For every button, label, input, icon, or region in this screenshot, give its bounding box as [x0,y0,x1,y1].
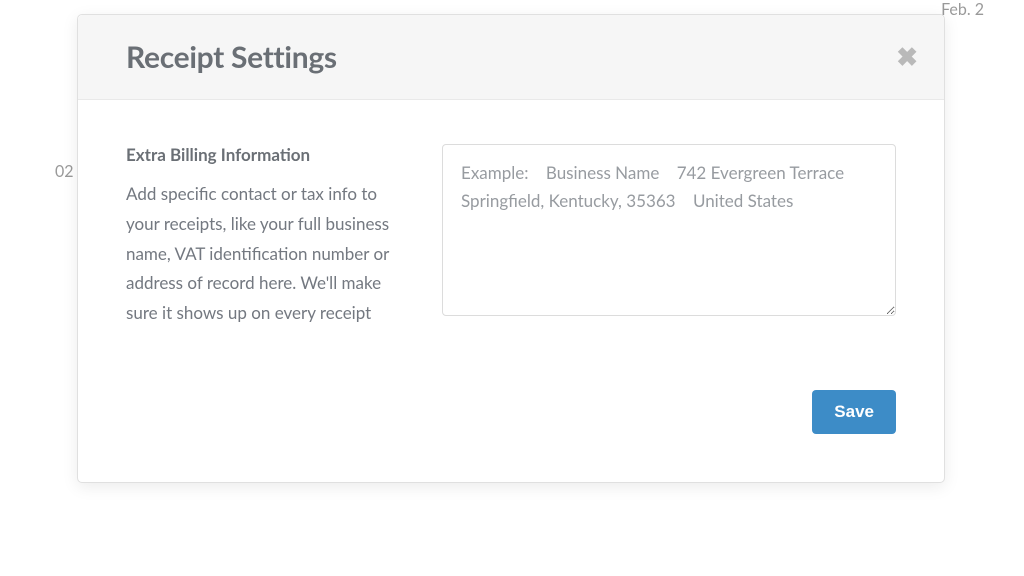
modal-body: Extra Billing Information Add specific c… [78,100,944,376]
modal-footer: Save [78,390,944,482]
save-button[interactable]: Save [812,390,896,434]
receipt-settings-modal: Receipt Settings ✖ Extra Billing Informa… [77,14,945,483]
modal-title: Receipt Settings [126,39,896,75]
modal-header: Receipt Settings ✖ [78,15,944,100]
close-icon[interactable]: ✖ [896,43,918,69]
field-heading: Extra Billing Information [126,144,414,165]
field-info-column: Extra Billing Information Add specific c… [126,144,414,328]
field-description: Add specific contact or tax info to your… [126,179,414,328]
bg-date-top: Feb. 2 [941,0,984,19]
field-input-column [442,144,896,328]
billing-info-textarea[interactable] [442,144,896,316]
bg-text-left: 02 [55,162,74,181]
